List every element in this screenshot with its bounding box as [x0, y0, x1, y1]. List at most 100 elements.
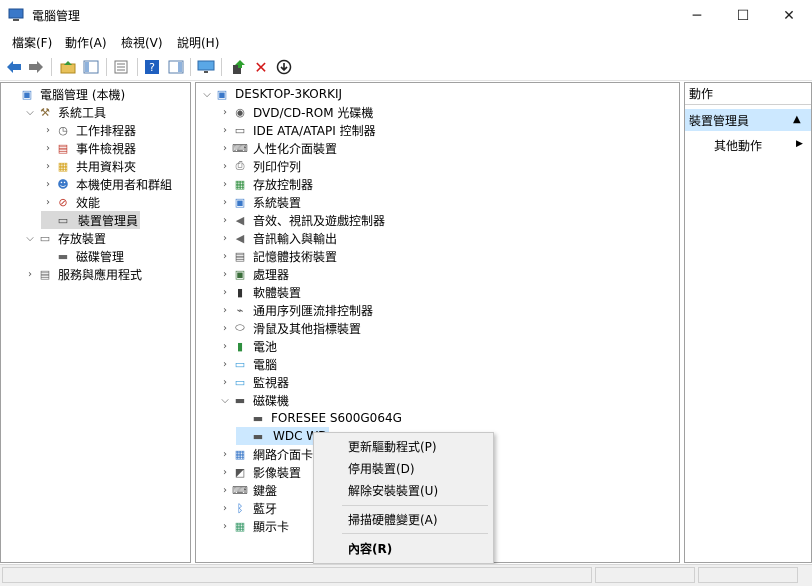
close-icon: ✕ [783, 7, 795, 24]
chevron-right-icon[interactable]: › [218, 251, 232, 262]
menu-file[interactable]: 檔案(F) [12, 34, 52, 51]
chevron-right-icon[interactable]: › [218, 449, 232, 460]
device-tree-row[interactable]: › ◀ 音訊輸入與輸出 [218, 229, 337, 247]
more-actions-item[interactable]: 其他動作 ▶ [714, 136, 811, 154]
chevron-right-icon[interactable]: › [218, 233, 232, 244]
up-folder-icon[interactable] [58, 57, 78, 77]
device-tree-row[interactable]: › ᛒ 藍牙 [218, 499, 277, 517]
chevron-right-icon[interactable]: › [218, 269, 232, 280]
console-tree-row[interactable]: ▣ 電腦管理 (本機) [5, 85, 125, 103]
monitor-icon[interactable] [196, 57, 216, 77]
device-tree-row[interactable]: › ⌁ 通用序列匯流排控制器 [218, 301, 373, 319]
forward-arrow-icon[interactable] [26, 57, 46, 77]
console-tree-row[interactable]: › ▤ 事件檢視器 [41, 139, 136, 157]
device-tree-row[interactable]: › ▭ 電腦 [218, 355, 277, 373]
console-tree-row[interactable]: ▭ 裝置管理員 [41, 211, 141, 229]
help-icon[interactable]: ? [142, 57, 162, 77]
device-tree-row[interactable]: › ▦ 網路介面卡 [218, 445, 313, 463]
chevron-right-icon[interactable]: › [218, 215, 232, 226]
chevron-right-icon[interactable]: › [41, 125, 55, 136]
device-tree-row[interactable]: › ◩ 影像裝置 [218, 463, 301, 481]
console-tree-row[interactable]: › ▤ 服務與應用程式 [23, 265, 142, 283]
computer-management-icon: ▣ [21, 87, 33, 101]
menu-action[interactable]: 動作(A) [65, 34, 107, 51]
menu-view[interactable]: 檢視(V) [121, 34, 163, 51]
console-tree-row[interactable]: › ◷ 工作排程器 [41, 121, 136, 139]
device-tree-row[interactable]: › ▭ 監視器 [218, 373, 289, 391]
device-tree-row[interactable]: › ◉ DVD/CD-ROM 光碟機 [218, 103, 373, 121]
device-tree-row[interactable]: › ⌨ 鍵盤 [218, 481, 277, 499]
menu-update-driver[interactable]: 更新驅動程式(P) [314, 435, 493, 457]
menu-help[interactable]: 說明(H) [177, 34, 219, 51]
disable-device-icon[interactable] [274, 57, 294, 77]
device-tree-row[interactable]: › ▣ 處理器 [218, 265, 289, 283]
device-tree-row[interactable]: › ▮ 軟體裝置 [218, 283, 301, 301]
chevron-right-icon[interactable]: › [218, 125, 232, 136]
processor-icon: ▣ [234, 267, 246, 281]
device-tree-row[interactable]: › ▦ 顯示卡 [218, 517, 289, 535]
actions-section-device-manager[interactable]: 裝置管理員 ▲ [685, 109, 811, 131]
device-tree-row[interactable]: › ▭ IDE ATA/ATAPI 控制器 [218, 121, 376, 139]
menu-disable-device[interactable]: 停用裝置(D) [314, 457, 493, 479]
chevron-right-icon[interactable]: › [218, 377, 232, 388]
console-tree-row[interactable]: › ▦ 共用資料夾 [41, 157, 136, 175]
device-tree-row[interactable]: › ▮ 電池 [218, 337, 277, 355]
chevron-right-icon[interactable]: › [218, 521, 232, 532]
device-tree-row[interactable]: › ⎙ 列印佇列 [218, 157, 301, 175]
console-tree-row[interactable]: › ⊘ 效能 [41, 193, 100, 211]
close-button[interactable]: ✕ [766, 0, 812, 31]
device-tree-row[interactable]: › ▤ 記憶體技術裝置 [218, 247, 337, 265]
maximize-button[interactable]: ☐ [720, 0, 766, 31]
title-bar[interactable]: 電腦管理 ─ ☐ ✕ [0, 0, 812, 31]
device-tree-row[interactable]: ⌵ ▣ DESKTOP-3KORKIJ [200, 85, 342, 103]
device-tree-row[interactable]: › ▦ 存放控制器 [218, 175, 313, 193]
chevron-right-icon[interactable]: › [41, 197, 55, 208]
console-tree-pane[interactable]: ▣ 電腦管理 (本機) ⌵ ⚒ 系統工具 › ◷ 工作排程器 › ▤ 事件檢視器 › ▦ 共用資料夾 › ☻ 本… [0, 82, 191, 563]
console-tree-row[interactable]: ⌵ ▭ 存放裝置 [23, 229, 106, 247]
device-tree-row[interactable]: › ⬭ 滑鼠及其他指標裝置 [218, 319, 361, 337]
device-tree-row[interactable]: ▬ FORESEE S600G064G [236, 409, 402, 427]
chevron-right-icon[interactable]: › [218, 197, 232, 208]
chevron-right-icon[interactable]: › [41, 143, 55, 154]
chevron-down-icon[interactable]: ⌵ [23, 107, 37, 118]
disk-drive-icon: ▬ [234, 393, 246, 407]
minimize-button[interactable]: ─ [674, 0, 720, 31]
device-tree-row[interactable]: › ▣ 系統裝置 [218, 193, 301, 211]
monitor-icon: ▭ [234, 375, 246, 389]
menu-properties[interactable]: 內容(R) [314, 537, 493, 559]
device-tree-row[interactable]: ⌵ ▬ 磁碟機 [218, 391, 289, 409]
show-hide-tree-icon[interactable] [81, 57, 101, 77]
chevron-right-icon[interactable]: › [218, 323, 232, 334]
menu-scan-hardware[interactable]: 掃描硬體變更(A) [314, 508, 493, 530]
chevron-right-icon[interactable]: › [218, 179, 232, 190]
console-tree-row[interactable]: › ☻ 本機使用者和群組 [41, 175, 172, 193]
properties-icon[interactable] [111, 57, 131, 77]
chevron-right-icon[interactable]: › [218, 503, 232, 514]
chevron-right-icon[interactable]: › [218, 341, 232, 352]
chevron-down-icon[interactable]: ⌵ [23, 233, 37, 244]
chevron-down-icon[interactable]: ⌵ [200, 89, 214, 100]
console-tree-label: 存放裝置 [58, 231, 107, 246]
update-driver-icon[interactable] [228, 57, 248, 77]
device-tree-row[interactable]: › ◀ 音效、視訊及遊戲控制器 [218, 211, 385, 229]
console-tree-row[interactable]: ⌵ ⚒ 系統工具 [23, 103, 106, 121]
chevron-right-icon[interactable]: › [218, 305, 232, 316]
chevron-right-icon[interactable]: › [218, 467, 232, 478]
action-pane-icon[interactable] [166, 57, 186, 77]
chevron-right-icon[interactable]: › [41, 161, 55, 172]
device-tree-row[interactable]: › ⌨ 人性化介面裝置 [218, 139, 337, 157]
chevron-right-icon[interactable]: › [218, 287, 232, 298]
chevron-right-icon[interactable]: › [218, 359, 232, 370]
menu-uninstall-device[interactable]: 解除安裝裝置(U) [314, 479, 493, 501]
chevron-right-icon[interactable]: › [218, 161, 232, 172]
chevron-down-icon[interactable]: ⌵ [218, 395, 232, 406]
collapse-up-icon[interactable]: ▲ [793, 114, 801, 125]
chevron-right-icon[interactable]: › [218, 485, 232, 496]
chevron-right-icon[interactable]: › [218, 143, 232, 154]
uninstall-x-icon[interactable]: ✕ [251, 57, 271, 77]
chevron-right-icon[interactable]: › [23, 269, 37, 280]
chevron-right-icon[interactable]: › [41, 179, 55, 190]
console-tree-row[interactable]: ▬ 磁碟管理 [41, 247, 124, 265]
chevron-right-icon[interactable]: › [218, 107, 232, 118]
back-arrow-icon[interactable] [4, 57, 24, 77]
